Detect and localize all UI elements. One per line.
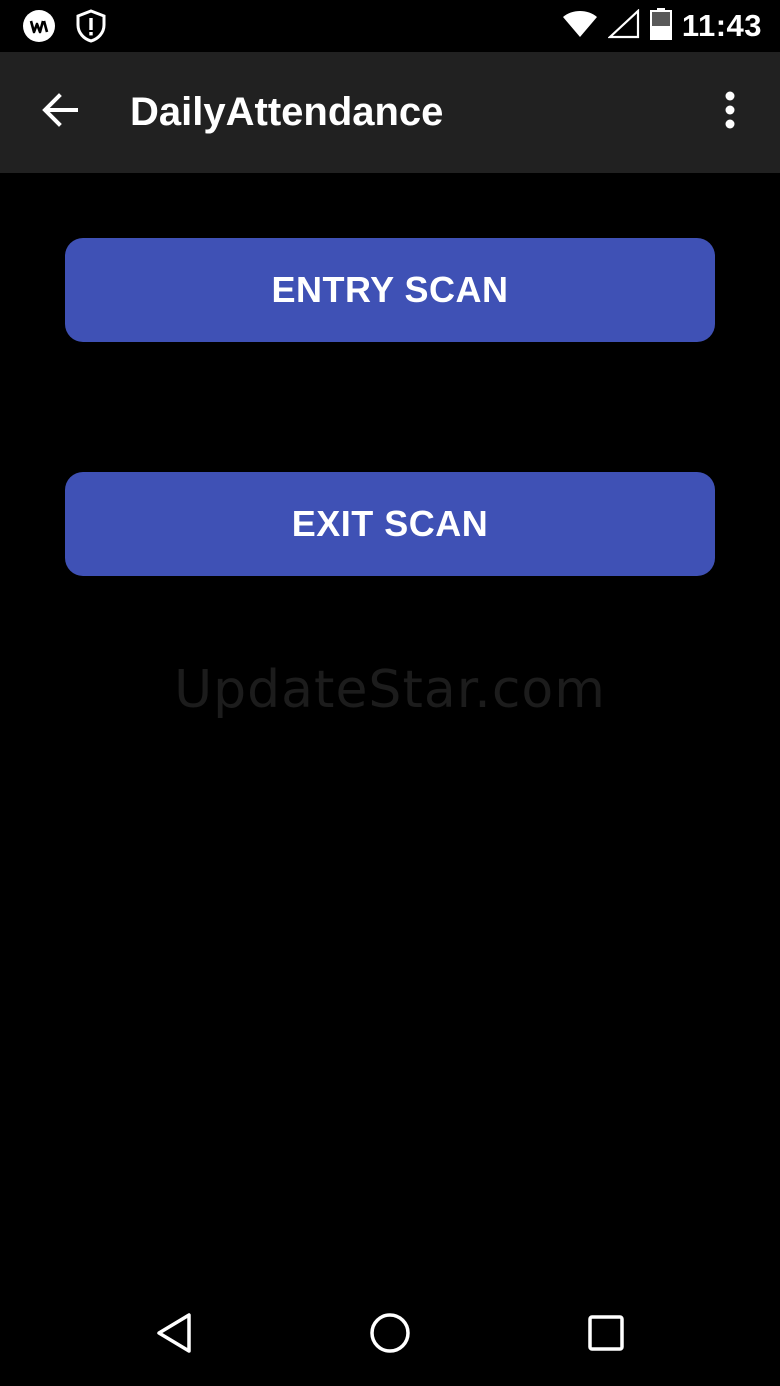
nav-back-button[interactable] — [139, 1300, 209, 1370]
nav-home-button[interactable] — [355, 1300, 425, 1370]
arrow-back-icon — [40, 90, 80, 135]
cell-signal-icon — [607, 7, 640, 44]
notification-app-icon — [22, 9, 56, 43]
exit-scan-button[interactable]: EXIT SCAN — [65, 472, 715, 576]
watermark-text: UpdateStar.com — [174, 660, 606, 720]
status-time: 11:43 — [681, 8, 762, 43]
shield-alert-icon — [74, 9, 108, 43]
nav-home-icon — [368, 1311, 412, 1360]
app-title: DailyAttendance — [130, 90, 444, 134]
navigation-bar — [0, 1282, 780, 1386]
more-vert-icon — [724, 90, 736, 135]
nav-recents-icon — [586, 1313, 626, 1358]
app-bar: DailyAttendance — [0, 52, 780, 173]
entry-scan-button[interactable]: ENTRY SCAN — [65, 238, 715, 342]
status-bar: 11:43 — [0, 0, 780, 52]
back-button[interactable] — [26, 78, 94, 146]
nav-back-icon — [154, 1311, 194, 1360]
nav-recents-button[interactable] — [571, 1300, 641, 1370]
overflow-menu-button[interactable] — [696, 78, 764, 146]
battery-icon — [649, 7, 672, 45]
wifi-icon — [562, 9, 598, 44]
status-indicators: 11:43 — [562, 0, 762, 52]
